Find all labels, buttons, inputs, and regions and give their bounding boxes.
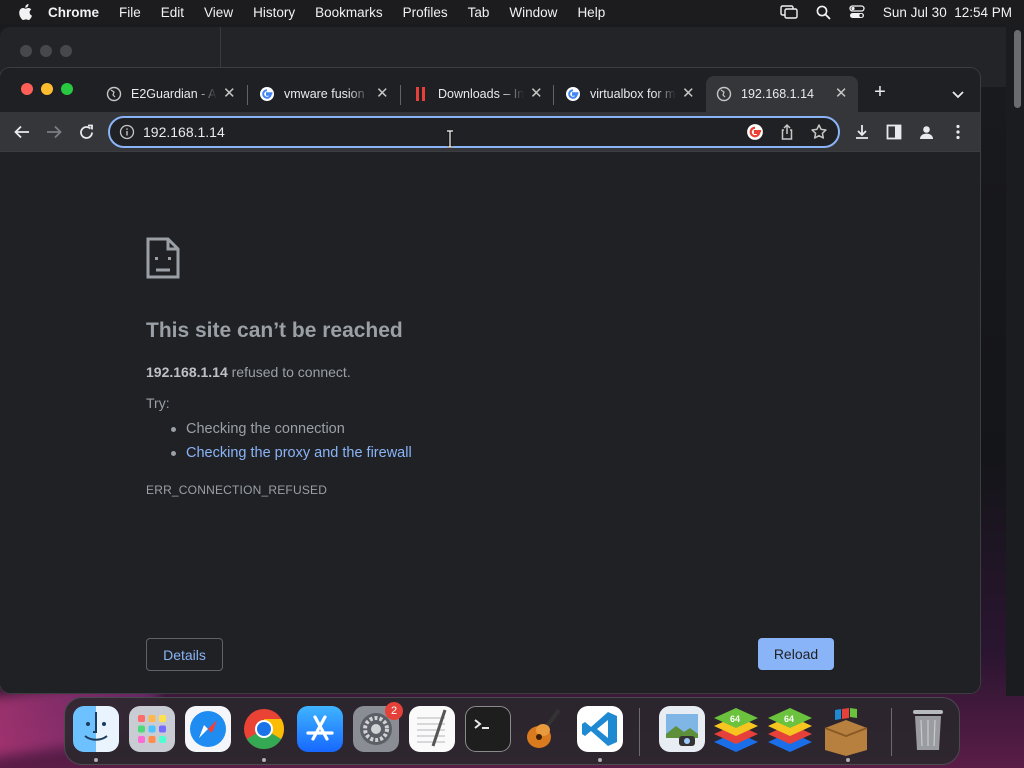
menu-edit[interactable]: Edit	[161, 5, 184, 20]
dock-app-store-icon[interactable]	[297, 706, 343, 752]
control-center-icon[interactable]	[849, 5, 865, 19]
error-code: ERR_CONNECTION_REFUSED	[146, 483, 328, 497]
side-panel-button[interactable]	[882, 120, 906, 144]
menu-bookmarks[interactable]: Bookmarks	[315, 5, 383, 20]
reload-button[interactable]: Reload	[758, 638, 834, 670]
tab-virtualbox[interactable]: virtualbox for m ✕	[555, 76, 705, 112]
tab-vmware-fusion[interactable]: vmware fusion - ✕	[249, 76, 399, 112]
dock-trash-icon[interactable]	[905, 706, 951, 752]
menu-file[interactable]: File	[119, 5, 141, 20]
reload-icon	[79, 124, 93, 139]
svg-text:64: 64	[730, 714, 740, 724]
dock-boot-camp-icon[interactable]	[821, 706, 868, 756]
google-icon	[566, 87, 580, 101]
dock-safari-icon[interactable]	[185, 706, 231, 752]
profile-button[interactable]	[914, 120, 938, 144]
profile-avatar-icon	[919, 125, 933, 139]
dock-garageband-icon[interactable]	[521, 706, 567, 752]
tab-close-icon[interactable]: ✕	[834, 86, 848, 101]
background-scrollbar	[974, 24, 1024, 696]
tab-e2guardian[interactable]: E2Guardian - Ac ✕	[96, 76, 246, 112]
suggestions-list: Checking the connection Checking the pro…	[171, 419, 412, 467]
tab-strip: E2Guardian - Ac ✕ vmware fusion - ✕ Down…	[0, 68, 980, 112]
tab-title: 192.168.1.14	[741, 87, 814, 101]
downloads-button[interactable]	[850, 120, 874, 144]
arrow-left-icon	[14, 125, 29, 139]
bookmark-star-icon[interactable]	[810, 123, 828, 141]
info-icon[interactable]	[119, 124, 135, 140]
tab-close-icon[interactable]: ✕	[530, 86, 543, 101]
url-input[interactable]	[143, 124, 703, 140]
dock-finder-icon[interactable]	[73, 706, 119, 752]
dock-preview-icon[interactable]	[659, 706, 705, 752]
chrome-window: E2Guardian - Ac ✕ vmware fusion - ✕ Down…	[0, 68, 980, 693]
minimize-window-button[interactable]	[41, 83, 53, 95]
window-controls	[21, 83, 73, 95]
dock-vscode-icon[interactable]	[577, 706, 623, 752]
suggestion-check-proxy-firewall-link[interactable]: Checking the proxy and the firewall	[171, 443, 412, 467]
tab-title: Downloads – Int	[438, 87, 524, 101]
error-description: 192.168.1.14 refused to connect.	[146, 364, 351, 380]
side-panel-icon	[886, 124, 902, 140]
globe-icon	[716, 86, 732, 102]
close-window-button[interactable]	[21, 83, 33, 95]
dock-chrome-icon[interactable]	[241, 706, 287, 752]
dock: 2 64 64	[64, 697, 960, 765]
forward-button[interactable]	[42, 120, 66, 144]
tab-title: virtualbox for m	[590, 87, 676, 101]
address-bar[interactable]	[108, 116, 840, 148]
svg-text:64: 64	[784, 714, 794, 724]
menu-profiles[interactable]: Profiles	[403, 5, 448, 20]
menu-app-name[interactable]: Chrome	[48, 5, 99, 20]
download-icon	[856, 125, 868, 139]
menu-tab[interactable]: Tab	[468, 5, 490, 20]
menu-bar: Chrome File Edit View History Bookmarks …	[0, 0, 1024, 24]
try-label: Try:	[146, 395, 170, 411]
details-button[interactable]: Details	[146, 638, 223, 671]
tab-title: vmware fusion -	[284, 87, 370, 101]
reload-toolbar-button[interactable]	[74, 120, 98, 144]
error-page: This site can’t be reached 192.168.1.14 …	[0, 153, 980, 693]
tab-title: E2Guardian - Ac	[131, 87, 217, 101]
apple-icon[interactable]	[18, 4, 32, 20]
kebab-menu-icon	[956, 124, 960, 140]
arrow-right-icon	[47, 125, 62, 139]
browser-toolbar	[0, 112, 980, 152]
zoom-window-button[interactable]	[61, 83, 73, 95]
new-tab-icon[interactable]: +	[870, 82, 890, 103]
tab-192-168-1-14[interactable]: 192.168.1.14 ✕	[706, 76, 858, 112]
scrollbar-thumb[interactable]	[1014, 30, 1021, 108]
error-message: refused to connect.	[227, 364, 351, 380]
sad-document-icon	[146, 237, 180, 279]
share-icon[interactable]	[778, 123, 796, 141]
globe-icon	[106, 86, 122, 102]
tab-close-icon[interactable]: ✕	[682, 86, 695, 101]
menubar-clock[interactable]: Sun Jul 30 12:54 PM	[883, 5, 1012, 20]
tab-close-icon[interactable]: ✕	[376, 86, 389, 101]
parallels-icon	[416, 87, 425, 101]
google-lens-icon[interactable]	[746, 123, 764, 141]
spotlight-search-icon[interactable]	[816, 5, 831, 20]
error-host: 192.168.1.14	[146, 364, 228, 380]
tab-close-icon[interactable]: ✕	[223, 86, 236, 101]
dock-textedit-icon[interactable]	[409, 706, 455, 752]
chrome-menu-button[interactable]	[946, 120, 970, 144]
back-button[interactable]	[10, 120, 34, 144]
error-title: This site can’t be reached	[146, 319, 403, 342]
text-cursor-icon	[447, 130, 453, 148]
menu-view[interactable]: View	[204, 5, 233, 20]
settings-notification-badge: 2	[385, 702, 403, 720]
tab-downloads[interactable]: Downloads – Int ✕	[403, 76, 553, 112]
menu-window[interactable]: Window	[509, 5, 557, 20]
dock-terminal-icon[interactable]	[465, 706, 511, 752]
dock-bluestacks-icon[interactable]: 64	[711, 706, 758, 752]
dock-launchpad-icon[interactable]	[129, 706, 175, 752]
screen-mirroring-icon[interactable]	[780, 5, 798, 19]
suggestion-check-connection: Checking the connection	[171, 419, 412, 443]
menu-history[interactable]: History	[253, 5, 295, 20]
chevron-down-icon[interactable]	[948, 84, 968, 104]
dock-bluestacks-x-icon[interactable]: 64	[765, 706, 812, 752]
google-icon	[260, 87, 274, 101]
menu-help[interactable]: Help	[577, 5, 605, 20]
